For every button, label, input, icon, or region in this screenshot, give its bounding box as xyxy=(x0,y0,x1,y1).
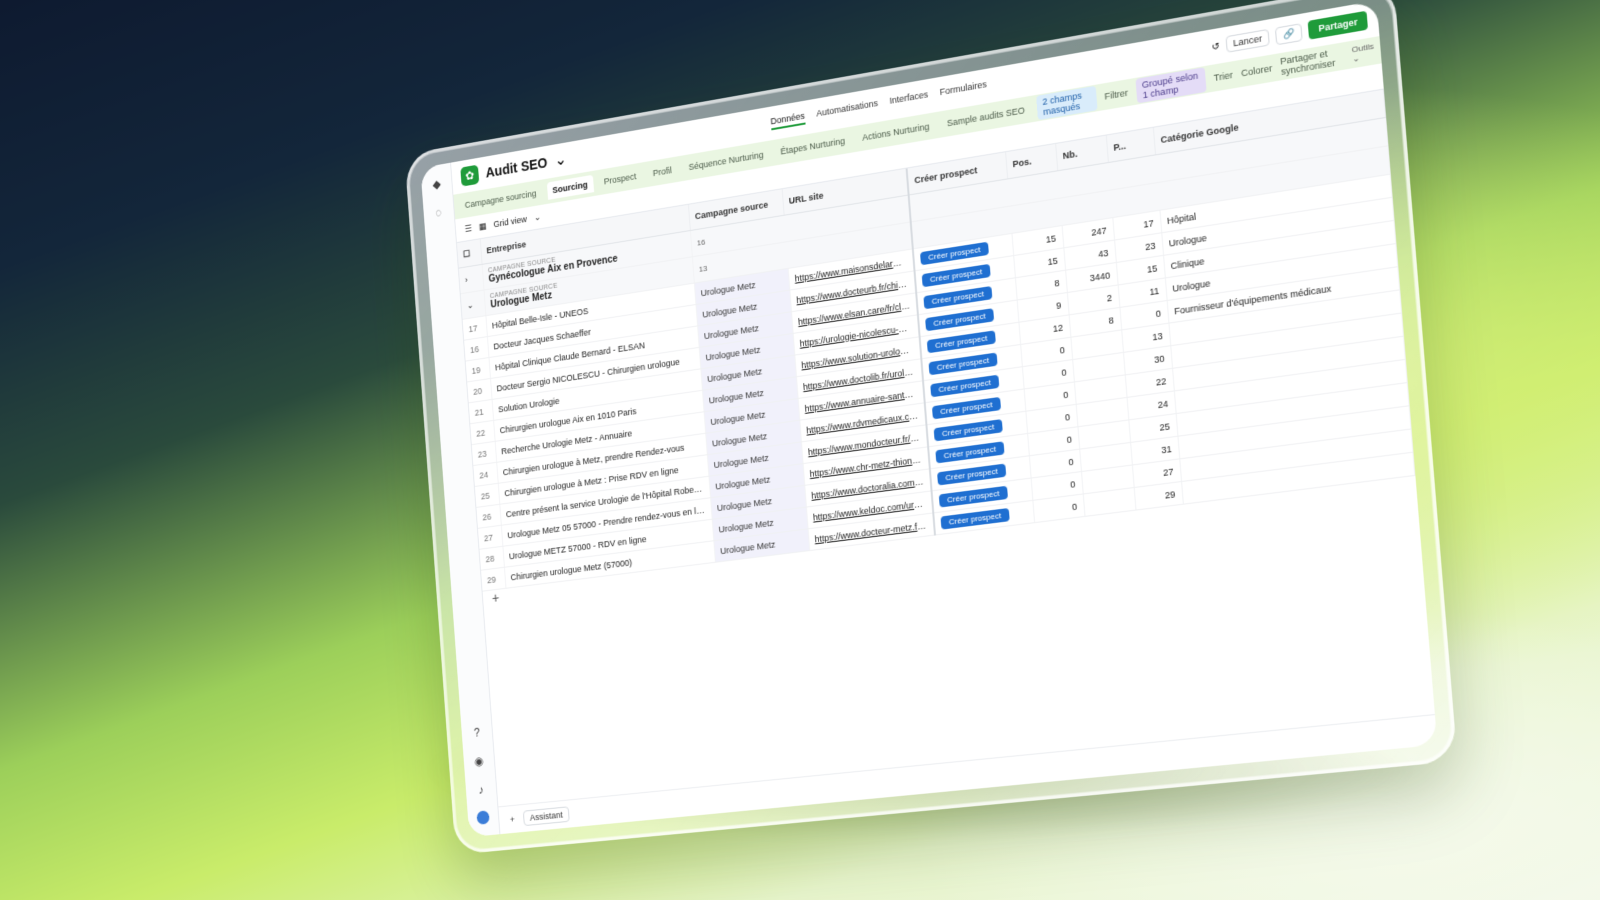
group-toggle[interactable]: › xyxy=(458,264,484,294)
row-number: 29 xyxy=(480,567,506,592)
home-logo-icon[interactable]: ◆ xyxy=(429,175,444,193)
tools-dropdown[interactable]: Outils ⌄ xyxy=(1351,41,1375,64)
history-icon[interactable]: ↺ xyxy=(1211,40,1220,53)
device-frame: ◆ ◌ ? ◉ ♪ ✿ Audit SEO ⌄ Données Automati… xyxy=(404,0,1458,855)
filter-button[interactable]: Filtrer xyxy=(1104,88,1128,102)
add-button[interactable]: + xyxy=(510,814,515,824)
main-area: ✿ Audit SEO ⌄ Données Automatisations In… xyxy=(451,0,1438,835)
marketing-stage: ◆ ◌ ? ◉ ♪ ✿ Audit SEO ⌄ Données Automati… xyxy=(0,0,1600,900)
nav-formulaires[interactable]: Formulaires xyxy=(939,79,987,101)
tab-profil[interactable]: Profil xyxy=(647,160,678,183)
share-button[interactable]: Partager xyxy=(1308,10,1369,40)
base-title[interactable]: Audit SEO xyxy=(485,155,548,181)
color-button[interactable]: Colorer xyxy=(1241,63,1273,79)
row-number: 28 xyxy=(479,546,504,571)
chevron-down-icon[interactable]: ⌄ xyxy=(554,149,567,170)
tab-prospect[interactable]: Prospect xyxy=(598,166,643,191)
view-switcher[interactable]: Grid view xyxy=(493,214,527,229)
chevron-down-icon[interactable]: ⌄ xyxy=(534,211,542,223)
help-icon[interactable]: ? xyxy=(469,724,484,741)
create-prospect-button[interactable]: Créer prospect xyxy=(940,507,1010,530)
nav-donnees[interactable]: Données xyxy=(770,110,806,131)
base-logo-icon: ✿ xyxy=(460,164,480,187)
nav-interfaces[interactable]: Interfaces xyxy=(889,89,929,110)
eye-icon[interactable]: ◉ xyxy=(471,753,486,770)
launch-button[interactable]: Lancer xyxy=(1225,28,1271,53)
menu-icon[interactable]: ☰ xyxy=(464,223,472,235)
bell-icon[interactable]: ♪ xyxy=(473,782,488,799)
group-toggle[interactable]: ⌄ xyxy=(460,290,486,320)
user-avatar[interactable] xyxy=(476,810,490,825)
assistant-button[interactable]: Assistant xyxy=(523,806,570,827)
app-screen: ◆ ◌ ? ◉ ♪ ✿ Audit SEO ⌄ Données Automati… xyxy=(420,0,1438,838)
link-icon[interactable]: 🔗 xyxy=(1275,22,1304,45)
sort-button[interactable]: Trier xyxy=(1213,70,1233,84)
select-all-checkbox[interactable]: ☐ xyxy=(456,239,482,269)
nav-automatisations[interactable]: Automatisations xyxy=(816,98,879,123)
loading-spinner-icon: ◌ xyxy=(435,205,443,220)
grid-view-icon: ▦ xyxy=(478,220,487,232)
